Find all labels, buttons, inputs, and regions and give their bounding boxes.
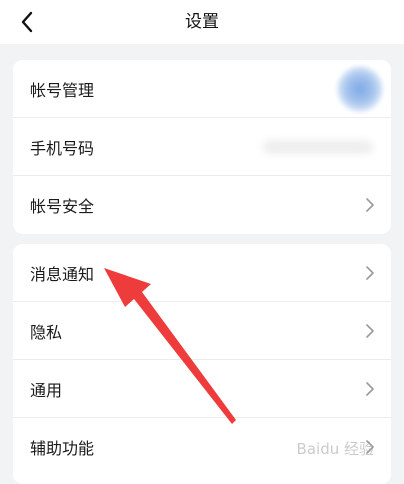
message-notification-label: 消息通知 (30, 264, 95, 284)
general-label: 通用 (30, 380, 63, 400)
page-title: 设置 (185, 12, 219, 32)
general-settings-group: 消息通知 隐私 通用 辅助功能 (13, 244, 391, 484)
general-item[interactable]: 通用 (13, 360, 391, 418)
privacy-item[interactable]: 隐私 (13, 302, 391, 360)
phone-number-item[interactable]: 手机号码 (13, 118, 391, 176)
account-security-item[interactable]: 帐号安全 (13, 176, 391, 234)
top-bar: 设置 (0, 0, 404, 44)
avatar (337, 66, 383, 112)
account-security-label: 帐号安全 (30, 197, 95, 216)
account-management-item[interactable]: 帐号管理 (13, 60, 391, 118)
account-management-label: 帐号管理 (30, 80, 95, 100)
chevron-right-icon (366, 323, 374, 338)
privacy-label: 隐私 (30, 322, 63, 342)
account-settings-group: 帐号管理 手机号码 帐号安全 (13, 60, 391, 234)
accessibility-label: 辅助功能 (30, 439, 95, 458)
chevron-right-icon (366, 440, 374, 454)
chevron-right-icon (366, 265, 374, 280)
message-notification-item[interactable]: 消息通知 (13, 244, 391, 302)
chevron-right-icon (366, 381, 374, 396)
accessibility-item[interactable]: 辅助功能 (13, 418, 391, 476)
phone-number-label: 手机号码 (30, 138, 95, 158)
phone-number-value-blurred (263, 140, 373, 154)
chevron-right-icon (366, 198, 374, 212)
